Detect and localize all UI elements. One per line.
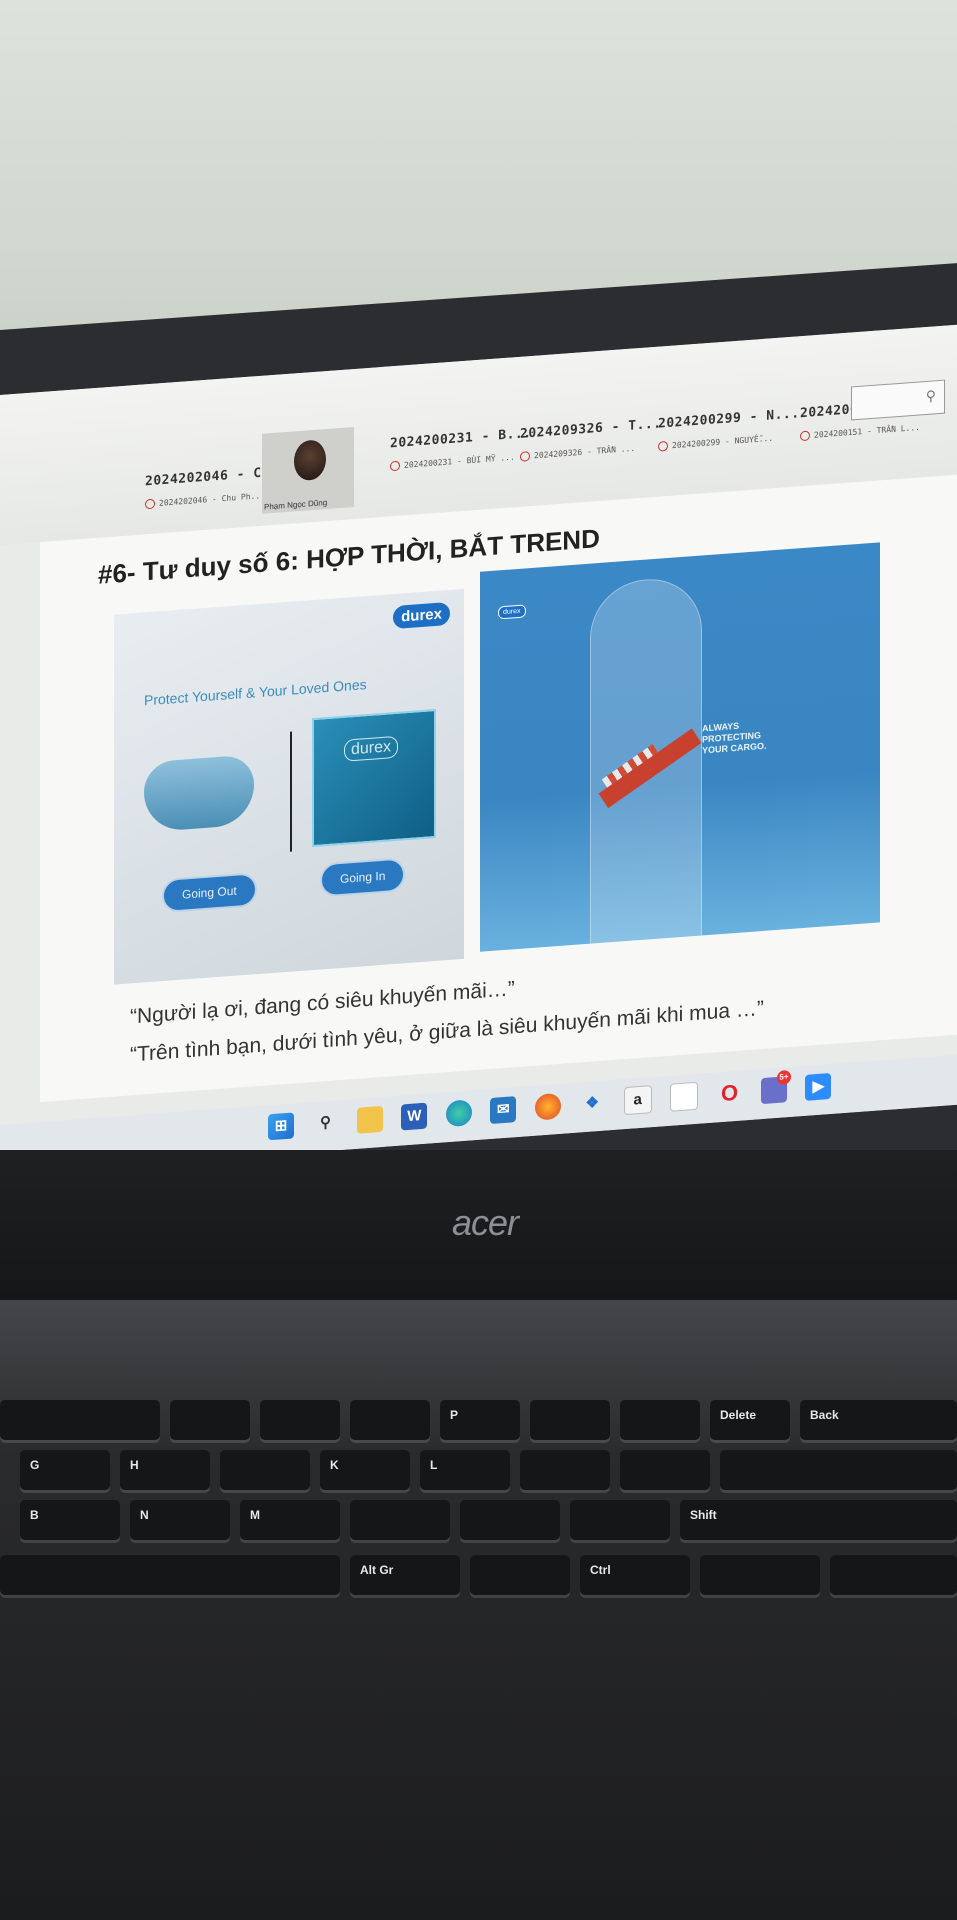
keyboard-key[interactable] [170, 1400, 250, 1440]
keyboard-key[interactable]: Shift [680, 1500, 957, 1540]
going-in-label: Going In [320, 857, 406, 898]
keyboard-key[interactable]: L [420, 1450, 510, 1490]
keyboard-key[interactable] [720, 1450, 957, 1490]
durex-mask-ad: durex Protect Yourself & Your Loved Ones… [114, 588, 464, 985]
durex-logo: durex [498, 604, 526, 620]
keyboard-key[interactable]: N [130, 1500, 230, 1540]
participant-tile[interactable]: 2024209326 - T... 2024209326 - TRẦN ... [520, 416, 662, 496]
mic-muted-icon [800, 430, 810, 442]
keyboard-key[interactable] [530, 1400, 610, 1440]
keyboard-key[interactable] [470, 1555, 570, 1595]
laptop-screen: 2024202046 - C... 2024202046 - Chu Ph...… [0, 324, 957, 1176]
file-explorer-icon[interactable] [356, 1105, 383, 1134]
participant-name: 2024209326 - T... [520, 416, 662, 442]
keyboard-key[interactable] [220, 1450, 310, 1490]
keyboard-key[interactable]: Delete [710, 1400, 790, 1440]
amazon-icon[interactable]: a [623, 1085, 652, 1116]
participant-name: 2024200231 - B... [390, 425, 532, 452]
keyboard-key[interactable]: Back [800, 1400, 957, 1440]
keyboard-key[interactable] [520, 1450, 610, 1490]
keyboard-key[interactable] [570, 1500, 670, 1540]
keyboard-key[interactable]: H [120, 1450, 210, 1490]
pack-logo: durex [344, 735, 399, 762]
mic-muted-icon [520, 451, 530, 462]
going-out-label: Going Out [162, 872, 257, 914]
durex-cargo-ad: durex ALWAYS PROTECTING YOUR CARGO. [480, 542, 880, 952]
keyboard-key[interactable]: M [240, 1500, 340, 1540]
presentation-slide: #6- Tư duy số 6: HỢP THỜI, BẮT TREND dur… [40, 474, 957, 1103]
participant-subtitle: 2024200151 - TRẦN L... [800, 421, 942, 442]
zoom-icon[interactable]: ▶ [805, 1072, 832, 1101]
keyboard-key[interactable]: Ctrl [580, 1555, 690, 1595]
opera-icon[interactable]: O [717, 1079, 743, 1107]
teams-icon[interactable]: 5+ [760, 1069, 791, 1105]
acer-logo: acer [452, 1202, 519, 1243]
keyboard-key[interactable]: B [20, 1500, 120, 1540]
participant-subtitle: 2024200299 - NGUYỄ... [658, 431, 800, 452]
condom-pack-image: durex [312, 708, 436, 848]
keyboard-row: G H K L [0, 1450, 957, 1500]
mic-muted-icon [145, 498, 155, 510]
durex-logo: durex [393, 601, 450, 630]
keyboard-key[interactable] [0, 1555, 340, 1595]
keyboard-key[interactable] [830, 1555, 957, 1595]
video-tile-name: Phạm Ngọc Dũng [264, 497, 328, 512]
keyboard-row: Alt Gr Ctrl [0, 1555, 957, 1605]
keyboard-key[interactable] [350, 1400, 430, 1440]
keyboard-key[interactable] [620, 1400, 700, 1440]
keyboard-key[interactable] [0, 1400, 160, 1440]
keyboard-row: B N M Shift [0, 1500, 957, 1550]
mail-icon[interactable]: ✉ [490, 1096, 517, 1124]
keyboard-key[interactable]: P [440, 1400, 520, 1440]
participant-subtitle: 2024209326 - TRẦN ... [520, 441, 662, 462]
ad-headline: Protect Yourself & Your Loved Ones [144, 676, 367, 709]
keyboard-key[interactable] [700, 1555, 820, 1595]
notepad-icon[interactable] [670, 1081, 699, 1112]
search-icon[interactable]: ⚲ [312, 1109, 338, 1137]
mic-muted-icon [390, 460, 400, 472]
keyboard-key[interactable] [260, 1400, 340, 1440]
ad-tagline: ALWAYS PROTECTING YOUR CARGO. [702, 720, 767, 756]
dropbox-icon[interactable]: ❖ [579, 1090, 605, 1118]
windows-start-icon[interactable]: ⊞ [268, 1112, 294, 1141]
avatar [294, 439, 326, 482]
word-icon[interactable]: W [401, 1102, 428, 1131]
keyboard-key[interactable]: G [20, 1450, 110, 1490]
mic-muted-icon [658, 440, 668, 452]
participant-options-button[interactable]: ⚲ [851, 379, 945, 421]
keyboard-key[interactable] [620, 1450, 710, 1490]
pin-icon: ⚲ [925, 387, 936, 405]
participant-subtitle: 2024200231 - BÙI MỸ ... [390, 451, 532, 472]
notification-badge: 5+ [776, 1069, 791, 1085]
participant-tile[interactable]: 2024200231 - B... 2024200231 - BÙI MỸ ..… [390, 426, 532, 506]
keyboard-key[interactable]: Alt Gr [350, 1555, 460, 1595]
keyboard-deck: P Delete Back G H K L B N M Shift Alt Gr… [0, 1300, 957, 1920]
ad-divider [290, 731, 292, 852]
keyboard-key[interactable] [350, 1500, 450, 1540]
video-tile[interactable]: Phạm Ngọc Dũng [262, 427, 354, 514]
keyboard-row: P Delete Back [0, 1400, 957, 1450]
face-mask-image [144, 754, 254, 833]
keyboard-key[interactable] [460, 1500, 560, 1540]
participant-name: 2024200299 - N... [658, 406, 800, 432]
edge-icon[interactable] [445, 1099, 472, 1128]
keyboard-key[interactable]: K [320, 1450, 410, 1490]
participant-tile[interactable]: 2024200299 - N... 2024200299 - NGUYỄ... [658, 406, 800, 486]
firefox-icon[interactable] [534, 1092, 561, 1121]
